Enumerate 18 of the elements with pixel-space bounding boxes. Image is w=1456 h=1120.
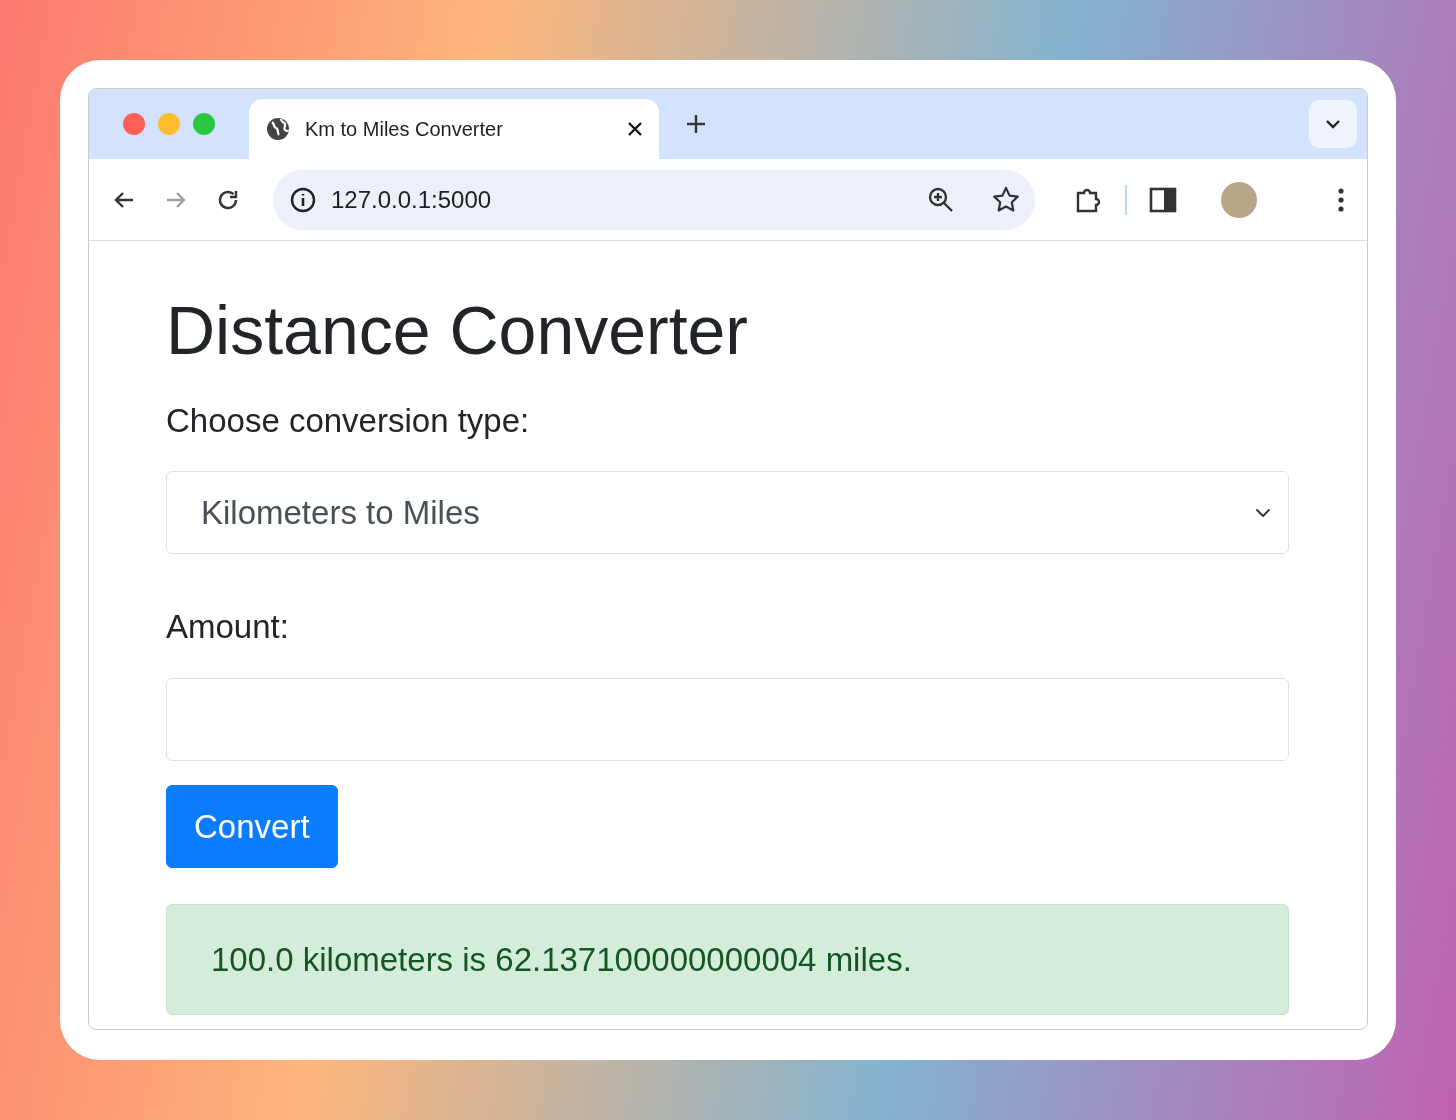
convert-button[interactable]: Convert [166,784,338,868]
chevron-down-icon[interactable] [1324,118,1342,130]
info-icon[interactable] [289,185,317,214]
address-bar[interactable]: 127.0.0.1:5000 [273,169,1035,230]
globe-icon [265,116,291,142]
conversion-select[interactable]: Kilometers to Miles [166,471,1289,555]
plus-icon[interactable] [685,113,707,135]
star-icon[interactable] [991,184,1021,215]
close-icon[interactable] [627,121,643,137]
page-heading: Distance Converter [166,293,750,368]
amount-input[interactable] [166,677,1289,761]
url-text: 127.0.0.1:5000 [331,184,493,215]
tab-title: Km to Miles Converter [305,117,504,142]
browser-tab[interactable]: Km to Miles Converter [249,99,659,159]
result-alert: 100.0 kilometers is 62.137100000000004 miles. [166,903,1289,1016]
field-label: Amount: [166,607,290,648]
zoom-icon[interactable] [927,185,955,214]
field-label: Choose conversion type: [166,400,531,441]
